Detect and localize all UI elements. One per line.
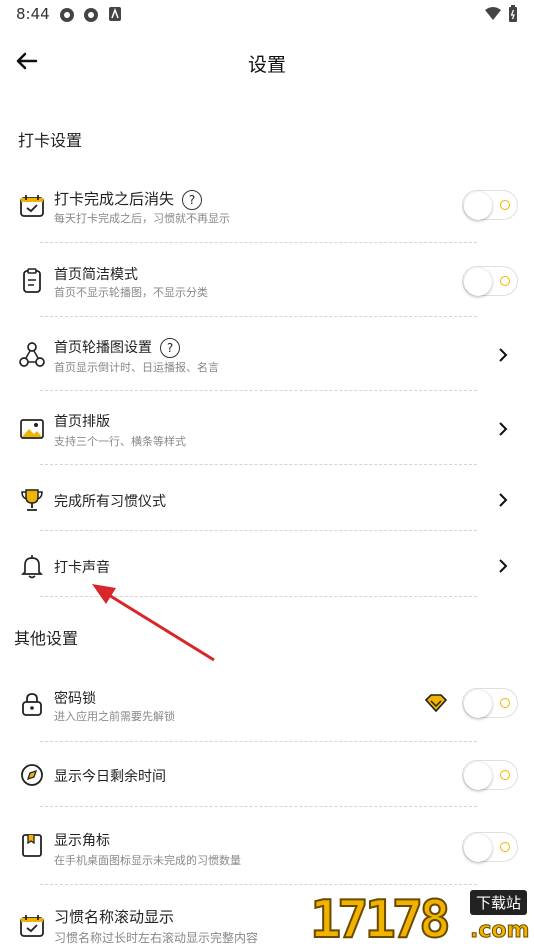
row-title: 习惯名称滚动显示 <box>54 908 175 926</box>
row-subtitle: 支持三个一行、横条等样式 <box>54 435 186 448</box>
divider <box>40 596 477 597</box>
row-subtitle: 习惯名称过长时左右滚动显示完整内容 <box>54 931 259 945</box>
toggle-switch[interactable] <box>462 266 518 296</box>
toggle-off-indicator <box>500 276 510 286</box>
divider <box>40 806 477 807</box>
row-title: 打卡声音 <box>54 560 110 576</box>
lock-icon <box>22 693 42 716</box>
toggle-knob <box>464 268 492 296</box>
image-icon <box>20 419 44 439</box>
chevron-right-icon <box>499 559 508 573</box>
divider <box>40 741 477 742</box>
setting-row-carousel[interactable]: 首页轮播图设置? 首页显示倒计时、日运播报、名言 <box>18 337 518 374</box>
row-title: 首页轮播图设置 <box>54 340 152 356</box>
setting-row-password-lock[interactable]: 密码锁 进入应用之前需要先解锁 <box>18 688 518 723</box>
divider <box>40 390 477 391</box>
title-bar: 设置 <box>0 38 534 86</box>
setting-row-layout[interactable]: 首页排版 支持三个一行、横条等样式 <box>18 411 518 448</box>
row-subtitle: 进入应用之前需要先解锁 <box>54 710 175 723</box>
battery-icon <box>509 5 517 22</box>
toggle-knob <box>464 690 492 718</box>
status-time: 8:44 <box>16 5 50 23</box>
row-subtitle: 每天打卡完成之后，习惯就不再显示 <box>54 212 230 225</box>
toggle-switch[interactable] <box>462 760 518 790</box>
sync-icon-2 <box>84 8 98 22</box>
clipboard-icon <box>23 268 41 293</box>
badge-bookmark-icon <box>22 834 42 857</box>
watermark-logo: 17178 下载站 .com <box>309 886 534 950</box>
toggle-off-indicator <box>500 200 510 210</box>
chevron-right-icon <box>499 493 508 507</box>
setting-row-sound[interactable]: 打卡声音 <box>18 552 518 580</box>
row-title: 首页简洁模式 <box>54 267 138 283</box>
help-icon[interactable]: ? <box>160 338 180 358</box>
toggle-switch[interactable] <box>462 832 518 862</box>
row-title: 密码锁 <box>54 691 96 707</box>
divider <box>40 242 477 243</box>
watermark-number: 17178 <box>309 889 452 950</box>
row-title: 完成所有习惯仪式 <box>54 494 166 510</box>
sync-icon <box>60 8 74 22</box>
row-subtitle: 在手机桌面图标显示未完成的习惯数量 <box>54 854 241 867</box>
watermark-tag: 下载站 <box>470 890 528 915</box>
setting-row-remaining-time[interactable]: 显示今日剩余时间 <box>18 760 518 790</box>
help-icon[interactable]: ? <box>182 189 203 210</box>
row-subtitle: 首页不显示轮播图，不显示分类 <box>54 286 208 299</box>
toggle-switch[interactable] <box>462 190 518 220</box>
toggle-off-indicator <box>500 698 510 708</box>
row-title: 首页排版 <box>54 414 110 430</box>
toggle-switch[interactable] <box>462 688 518 718</box>
setting-row-disappear[interactable]: 打卡完成之后消失? 每天打卡完成之后，习惯就不再显示 <box>18 188 518 225</box>
row-subtitle: 首页显示倒计时、日运播报、名言 <box>54 361 219 374</box>
chevron-right-icon <box>499 422 508 436</box>
toggle-off-indicator <box>500 842 510 852</box>
vip-diamond-icon <box>424 694 448 713</box>
row-title: 显示角标 <box>54 833 110 849</box>
row-title: 打卡完成之后消失 <box>54 190 175 208</box>
compass-icon <box>21 764 43 786</box>
watermark-domain: .com <box>469 918 530 944</box>
page-title: 设置 <box>247 54 286 76</box>
trophy-icon <box>21 489 43 511</box>
row-title: 显示今日剩余时间 <box>54 769 166 785</box>
section-title-other: 其他设置 <box>14 629 79 648</box>
divider <box>40 884 477 885</box>
setting-row-badge[interactable]: 显示角标 在手机桌面图标显示未完成的习惯数量 <box>18 830 518 867</box>
notification-app-icon <box>109 7 121 21</box>
setting-row-simple-mode[interactable]: 首页简洁模式 首页不显示轮播图，不显示分类 <box>18 264 518 299</box>
calendar-check-icon <box>20 195 44 217</box>
chevron-right-icon <box>499 348 508 362</box>
wifi-icon <box>485 7 501 20</box>
setting-row-ritual[interactable]: 完成所有习惯仪式 <box>18 486 518 514</box>
divider <box>40 464 477 465</box>
section-title-checkin: 打卡设置 <box>18 131 83 150</box>
toggle-knob <box>464 762 492 790</box>
toggle-knob <box>464 192 492 220</box>
divider <box>40 530 477 531</box>
toggle-knob <box>464 834 492 862</box>
calendar-check-icon <box>20 915 44 937</box>
toggle-off-indicator <box>500 770 510 780</box>
bell-icon <box>20 555 44 579</box>
divider <box>40 316 477 317</box>
status-bar: 8:44 <box>0 0 534 28</box>
nodes-icon <box>19 342 45 367</box>
